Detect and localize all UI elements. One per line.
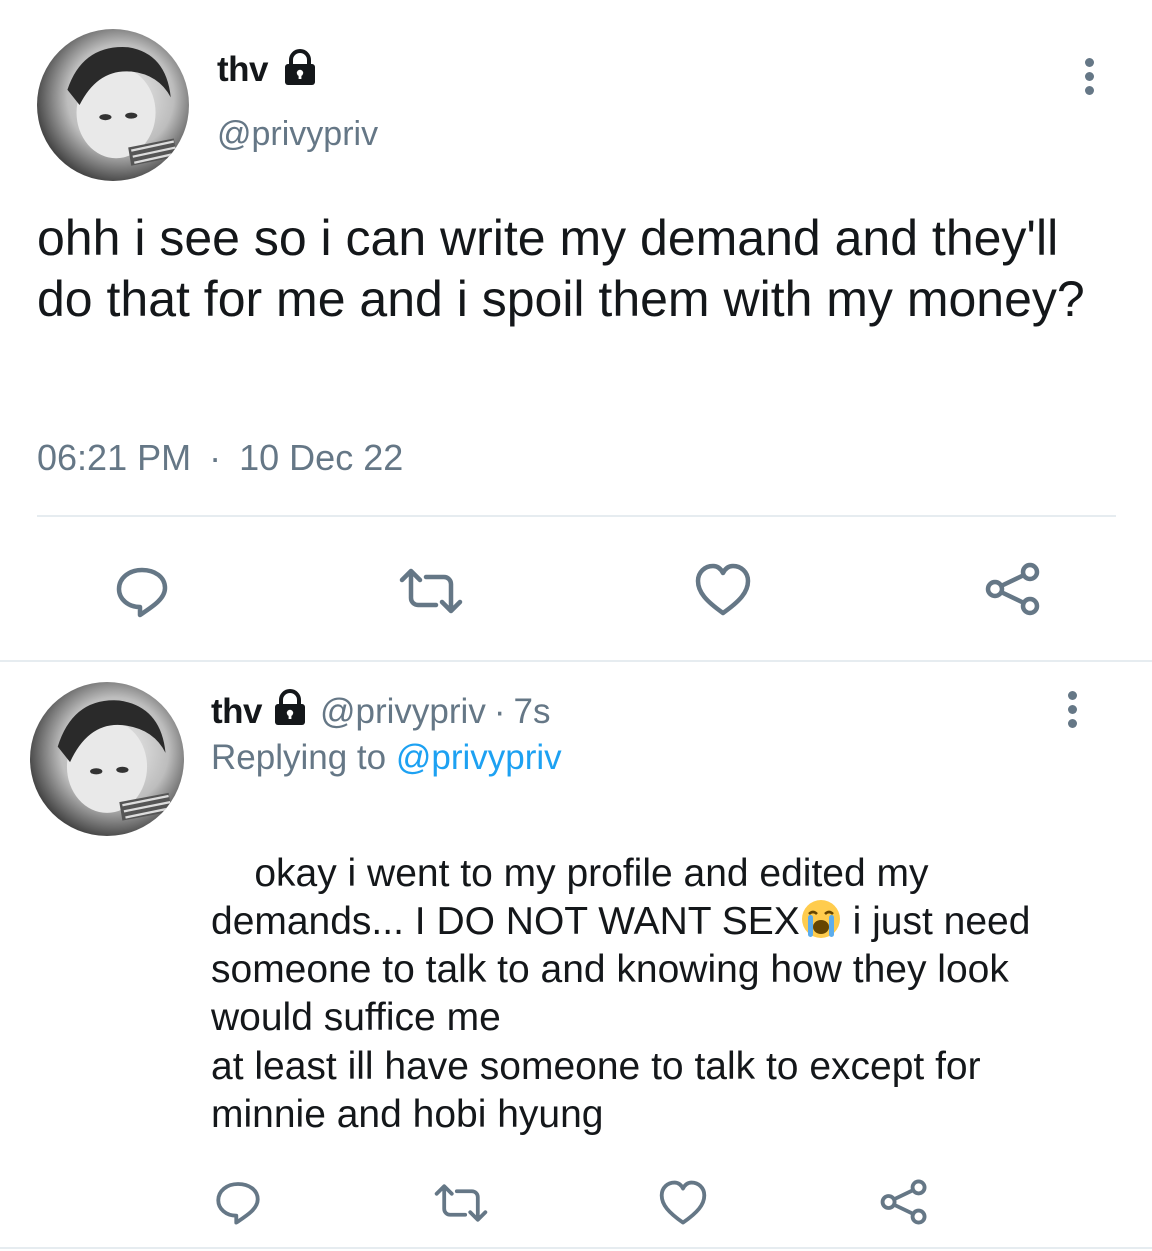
dot: [1067, 719, 1077, 728]
avatar-photo: [57, 700, 172, 821]
loudly-crying-face-emoji: [800, 898, 842, 940]
dot: [1084, 72, 1094, 81]
replying-to: Replying to @privypriv: [211, 738, 562, 778]
avatar[interactable]: [37, 29, 189, 181]
dot: [1067, 705, 1077, 714]
reply-header: thv @privypriv · 7s: [211, 688, 551, 737]
more-options-icon[interactable]: [1065, 691, 1079, 728]
reply-icon[interactable]: [114, 563, 170, 619]
like-icon[interactable]: [694, 563, 752, 617]
author-handle[interactable]: @privypriv: [217, 115, 378, 154]
avatar-photo: [67, 47, 177, 166]
reply-icon[interactable]: [214, 1178, 262, 1226]
reply-text-paragraph-2: at least ill have someone to talk to exc…: [211, 1045, 992, 1136]
share-icon[interactable]: [983, 561, 1043, 617]
reply-author-handle[interactable]: @privypriv: [320, 692, 486, 732]
tweet-time: 06:21 PM: [37, 437, 192, 478]
share-icon[interactable]: [878, 1178, 930, 1226]
author-name[interactable]: thv: [217, 50, 269, 90]
reply-age: 7s: [513, 692, 551, 731]
lock-icon: [280, 48, 320, 93]
separator: ·: [493, 692, 506, 731]
dot: [1084, 86, 1094, 95]
bottom-divider: [0, 1247, 1152, 1249]
tweet-separator: [0, 660, 1152, 662]
tweet-timestamp: 06:21 PM · 10 Dec 22: [37, 437, 403, 479]
tweet-date: 10 Dec 22: [239, 437, 404, 478]
like-icon[interactable]: [658, 1180, 708, 1226]
retweet-icon[interactable]: [398, 566, 464, 616]
dot: [1067, 691, 1077, 700]
more-options-icon[interactable]: [1082, 58, 1096, 95]
divider: [37, 515, 1116, 517]
dot: [1084, 58, 1094, 67]
reply-author-name[interactable]: thv: [211, 692, 263, 732]
separator: ·: [209, 437, 222, 478]
retweet-icon[interactable]: [433, 1182, 489, 1224]
reply-avatar[interactable]: [30, 682, 184, 836]
tweet-text: ohh i see so i can write my demand and t…: [37, 210, 1085, 327]
replying-prefix: Replying to: [211, 738, 387, 777]
lock-icon: [270, 688, 310, 737]
replying-handle-link[interactable]: @privypriv: [396, 738, 562, 777]
